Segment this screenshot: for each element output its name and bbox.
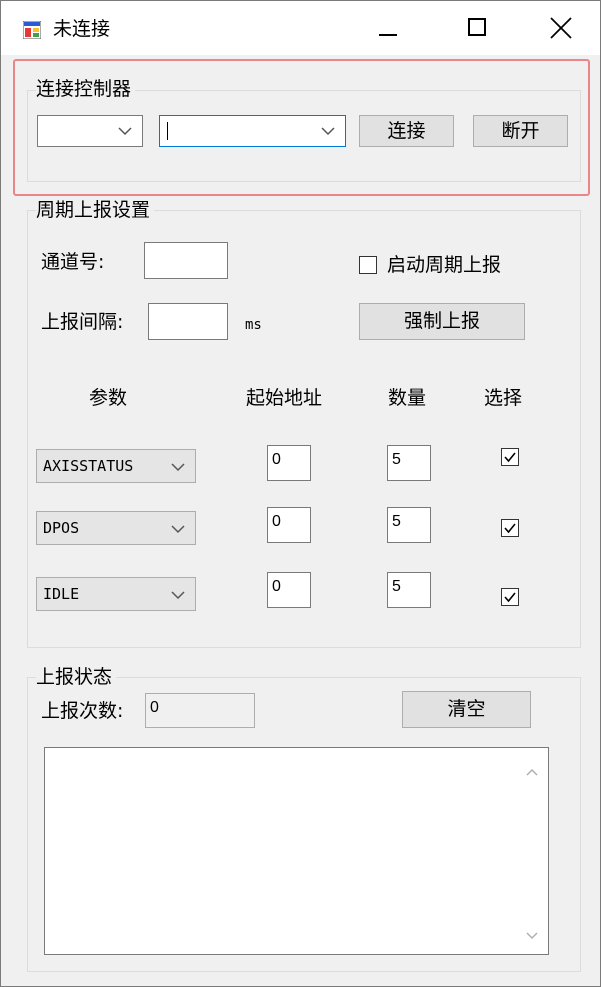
- app-icon: [23, 21, 41, 39]
- checkmark-icon: [504, 523, 516, 534]
- title-bar[interactable]: 未连接: [1, 1, 600, 55]
- address-dropdown[interactable]: [159, 115, 346, 147]
- select-checkbox[interactable]: [501, 519, 519, 537]
- report-count-label: 上报次数:: [41, 700, 124, 722]
- count-header: 数量: [388, 387, 427, 409]
- connect-group-label: 连接控制器: [36, 77, 136, 101]
- select-checkbox[interactable]: [501, 448, 519, 466]
- interval-input[interactable]: [148, 303, 228, 340]
- enable-periodic-checkbox[interactable]: [359, 256, 377, 274]
- checkmark-icon: [504, 592, 516, 603]
- interval-label: 上报间隔:: [41, 311, 124, 333]
- start-address-input[interactable]: 0: [267, 445, 311, 481]
- channel-input[interactable]: [144, 242, 228, 279]
- status-group-label: 上报状态: [36, 665, 117, 689]
- count-input[interactable]: 5: [387, 507, 431, 543]
- enable-periodic-label: 启动周期上报: [387, 254, 502, 276]
- maximize-button[interactable]: [447, 1, 507, 55]
- connect-button[interactable]: 连接: [359, 115, 454, 147]
- param-dropdown[interactable]: DPOS: [36, 511, 196, 545]
- param-header: 参数: [89, 387, 128, 409]
- clear-button[interactable]: 清空: [402, 691, 531, 728]
- select-header: 选择: [484, 387, 523, 409]
- close-icon: [550, 17, 572, 39]
- close-button[interactable]: [533, 1, 593, 55]
- report-count-field: 0: [145, 693, 255, 728]
- start-address-header: 起始地址: [246, 387, 323, 409]
- window-title: 未连接: [53, 18, 111, 40]
- count-input[interactable]: 5: [387, 572, 431, 608]
- param-value: IDLE: [43, 585, 80, 603]
- main-window: 未连接 连接控制器 连接 断开 周期上报设置 通道号: 启动周期上报 上报间隔:…: [0, 0, 601, 987]
- param-value: DPOS: [43, 519, 80, 537]
- interval-unit: ms: [245, 317, 262, 333]
- select-checkbox[interactable]: [501, 588, 519, 606]
- channel-label: 通道号:: [41, 251, 105, 273]
- report-log[interactable]: [44, 747, 549, 955]
- force-report-button[interactable]: 强制上报: [359, 303, 525, 340]
- chevron-down-icon: [118, 127, 132, 136]
- scroll-up-icon[interactable]: [523, 764, 541, 782]
- chevron-down-icon: [321, 127, 335, 136]
- param-dropdown[interactable]: AXISSTATUS: [36, 449, 196, 483]
- periodic-group-label: 周期上报设置: [36, 198, 155, 222]
- param-value: AXISSTATUS: [43, 457, 134, 475]
- param-dropdown[interactable]: IDLE: [36, 577, 196, 611]
- chevron-down-icon: [171, 463, 185, 472]
- disconnect-button[interactable]: 断开: [473, 115, 568, 147]
- start-address-input[interactable]: 0: [267, 572, 311, 608]
- chevron-down-icon: [171, 525, 185, 534]
- checkmark-icon: [504, 452, 516, 463]
- connection-type-dropdown[interactable]: [37, 115, 143, 147]
- chevron-down-icon: [171, 591, 185, 600]
- scroll-down-icon[interactable]: [523, 926, 541, 944]
- minimize-button[interactable]: [357, 1, 417, 55]
- count-input[interactable]: 5: [387, 445, 431, 481]
- text-caret: [167, 122, 168, 140]
- start-address-input[interactable]: 0: [267, 507, 311, 543]
